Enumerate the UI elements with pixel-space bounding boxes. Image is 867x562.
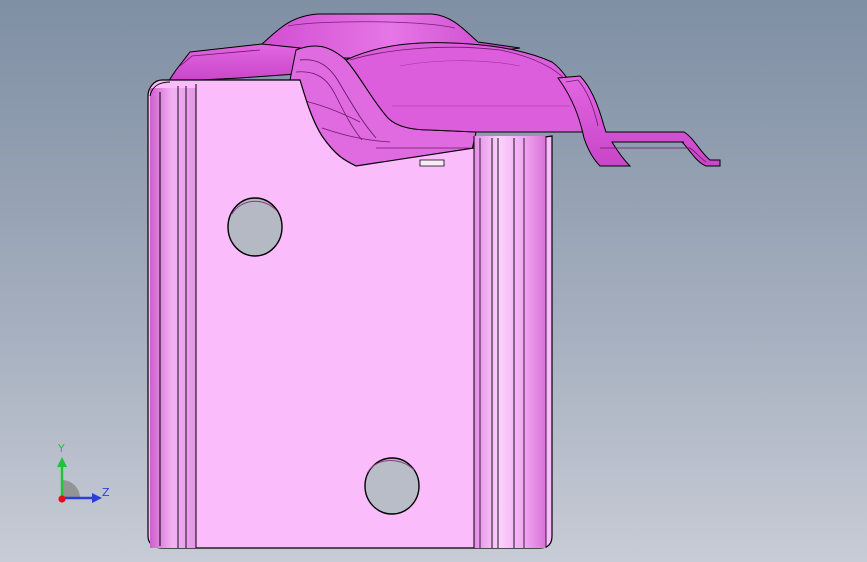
bracket-model[interactable] — [0, 0, 867, 562]
z-axis-arrow-icon — [92, 493, 102, 503]
triad-cone-shape — [62, 480, 80, 498]
mounting-hole-upper[interactable] — [227, 197, 283, 257]
y-axis-arrow-icon — [57, 457, 67, 467]
graphics-viewport[interactable]: Y Z — [0, 0, 867, 562]
top-flange-left — [167, 43, 301, 83]
y-axis-label: Y — [58, 442, 65, 455]
right-arm-flange — [557, 75, 721, 167]
view-orientation-triad[interactable]: Y Z — [48, 442, 118, 512]
x-axis-dot-icon — [58, 495, 66, 503]
mounting-hole-lower[interactable] — [364, 457, 420, 515]
z-axis-label: Z — [102, 486, 110, 499]
